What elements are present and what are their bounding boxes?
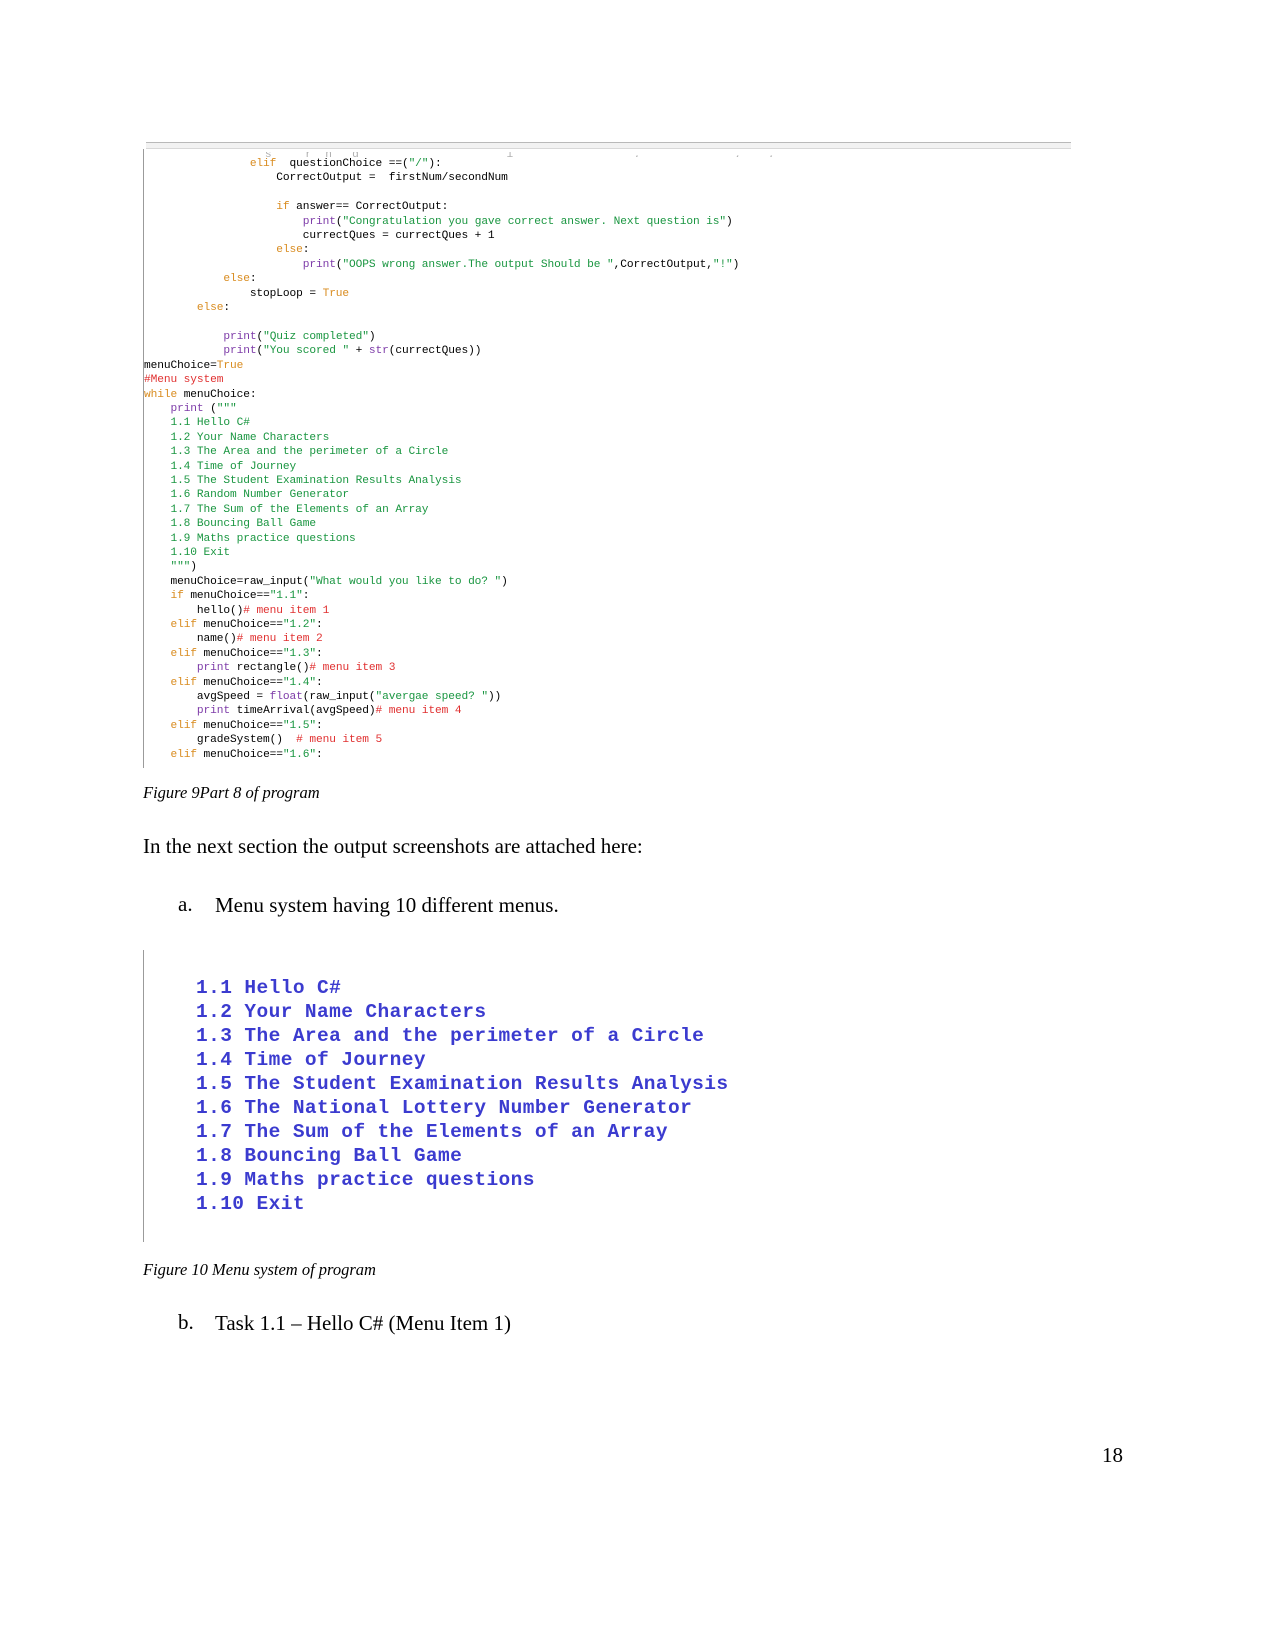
menu-output-line: 1.4 Time of Journey [196, 1049, 426, 1071]
code-line: 1.1 Hello C# [144, 417, 250, 430]
code-line: elif menuChoice=="1.3": [170, 647, 323, 660]
list-marker-a: a. [178, 892, 193, 916]
list-marker-b: b. [178, 1310, 194, 1334]
code-line: stopLoop = True [144, 287, 350, 300]
screenshot-top-rule [146, 142, 1071, 149]
code-line: 1.6 Random Number Generator [144, 489, 350, 502]
code-line: print (""" [170, 402, 237, 415]
code-line: print("Congratulation you gave correct a… [302, 215, 733, 228]
code-line: if answer== CorrectOutput: [144, 201, 449, 214]
menu-output-line: 1.8 Bouncing Ball Game [196, 1145, 463, 1167]
page-number: 18 [1102, 1443, 1123, 1467]
code-line: elif menuChoice=="1.4": [170, 676, 323, 689]
intro-paragraph: In the next section the output screensho… [143, 834, 643, 858]
code-line: elif menuChoice=="1.2": [170, 619, 323, 631]
code-line: menuChoice=True [144, 359, 244, 372]
code-line: 1.9 Maths practice questions [144, 532, 356, 545]
code-line: print rectangle()# menu item 3 [196, 662, 396, 675]
menu-output-line: 1.7 The Sum of the Elements of an Array [196, 1121, 668, 1143]
code-line: print timeArrival(avgSpeed)# menu item 4 [196, 705, 462, 718]
code-line: 1.3 The Area and the perimeter of a Circ… [144, 446, 449, 459]
code-line: CorrectOutput = firstNum/secondNum [144, 172, 508, 185]
code-line: gradeSystem() # menu item 5 [144, 734, 383, 747]
figure-10-caption: Figure 10 Menu system of program [143, 1260, 376, 1279]
code-line: #Menu system [144, 374, 224, 387]
menu-output-line: 1.2 Your Name Characters [196, 1001, 487, 1023]
code-line: print("You scored " + str(currectQues)) [223, 345, 482, 358]
menu-output-line: 1.1 Hello C# [196, 977, 342, 999]
code-line: 1.4 Time of Journey [144, 460, 297, 473]
code-line: menuChoice=raw_input("What would you lik… [144, 575, 508, 588]
code-line: elif questionChoice ==("/"): [144, 158, 442, 170]
code-line: """) [144, 561, 197, 574]
document-page: s r n g i , , , elif questionChoice ==("… [0, 0, 1275, 1651]
figure-9-code-screenshot: s r n g i , , , elif questionChoice ==("… [143, 142, 1071, 769]
code-line: 1.10 Exit [144, 546, 230, 559]
menu-output-line: 1.9 Maths practice questions [196, 1169, 535, 1191]
code-line: elif menuChoice=="1.5": [170, 719, 323, 732]
code-line: avgSpeed = float(raw_input("avergae spee… [144, 691, 502, 704]
menu-output-line: 1.3 The Area and the perimeter of a Circ… [196, 1025, 705, 1047]
code-line: 1.5 The Student Examination Results Anal… [144, 474, 462, 487]
list-item-menu-system: Menu system having 10 different menus. [215, 893, 559, 917]
code-line: else: [144, 302, 230, 315]
code-line: currectQues = currectQues + 1 [144, 230, 495, 243]
code-line: print("OOPS wrong answer.The output Shou… [302, 258, 740, 271]
menu-output-line: 1.10 Exit [196, 1193, 305, 1215]
code-line: else: [144, 273, 257, 286]
code-line: if menuChoice=="1.1": [170, 590, 310, 603]
menu-output-line: 1.6 The National Lottery Number Generato… [196, 1097, 693, 1119]
code-line: name()# menu item 2 [144, 633, 323, 646]
list-item-task-1-1: Task 1.1 – Hello C# (Menu Item 1) [215, 1311, 511, 1335]
code-line: print("Quiz completed") [223, 330, 376, 343]
figure-9-caption: Figure 9Part 8 of program [143, 783, 320, 802]
code-line: while menuChoice: [144, 388, 257, 401]
code-line: 1.7 The Sum of the Elements of an Array [144, 503, 429, 516]
code-line: 1.8 Bouncing Ball Game [144, 518, 316, 531]
code-line: 1.2 Your Name Characters [144, 431, 330, 444]
code-line: hello()# menu item 1 [144, 604, 330, 617]
code-listing: s r n g i , , , elif questionChoice ==("… [143, 149, 1071, 769]
figure-10-menu-screenshot: 1.1 Hello C# 1.2 Your Name Characters 1.… [143, 950, 844, 1242]
code-line: else: [144, 244, 310, 257]
menu-output-line: 1.5 The Student Examination Results Anal… [196, 1073, 729, 1095]
code-line: elif menuChoice=="1.6": [170, 748, 323, 761]
